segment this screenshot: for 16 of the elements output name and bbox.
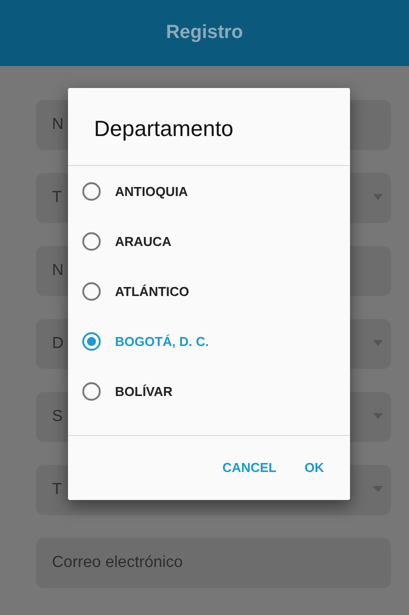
- caret-icon: [373, 194, 383, 200]
- app-title: Registro: [166, 22, 244, 44]
- dialog-title: Departamento: [68, 88, 350, 166]
- radio-option[interactable]: ATLÁNTICO: [68, 266, 350, 316]
- caret-icon: [373, 486, 383, 492]
- caret-icon: [373, 413, 383, 419]
- radio-button[interactable]: [82, 332, 101, 350]
- radio-option[interactable]: ARAUCA: [68, 216, 350, 266]
- caret-icon: [373, 340, 383, 346]
- radio-option[interactable]: BOLÍVAR: [68, 366, 350, 416]
- radio-button[interactable]: [82, 182, 101, 200]
- radio-option[interactable]: ANTIOQUIA: [68, 166, 350, 216]
- radio-button[interactable]: [82, 232, 101, 250]
- radio-button[interactable]: [82, 382, 101, 400]
- radio-button[interactable]: [82, 282, 101, 300]
- text-field[interactable]: Correo electrónico: [36, 538, 391, 588]
